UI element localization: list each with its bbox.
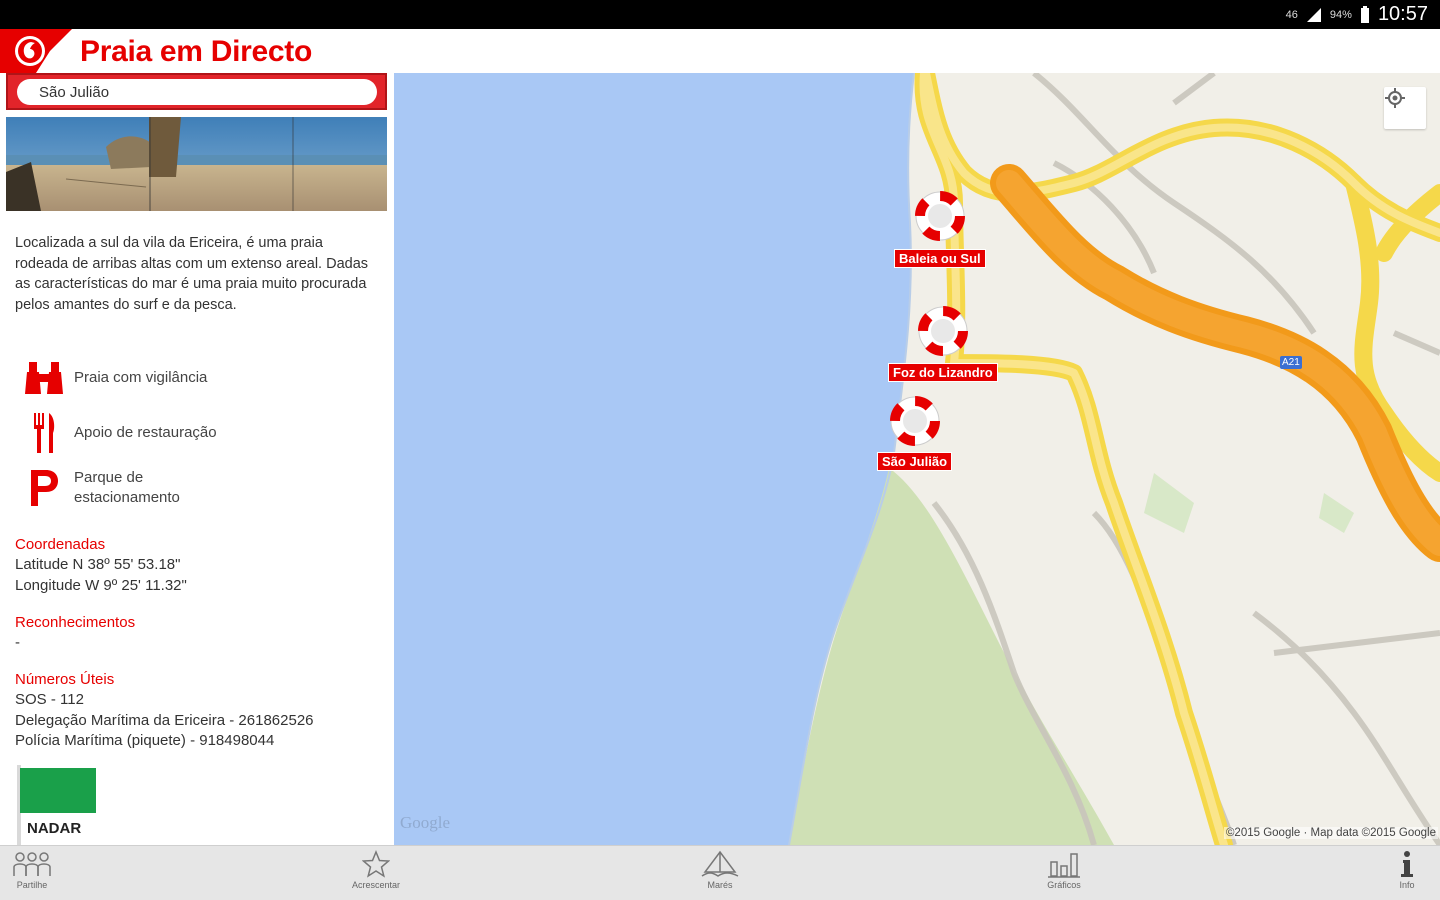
- beach-search-input[interactable]: [17, 79, 377, 105]
- app-bar: Praia em Directo: [0, 29, 1440, 73]
- battery-icon: [1360, 5, 1369, 23]
- app-root: 46 94% 10:57 Praia em Directo São Julião…: [0, 0, 1440, 900]
- road-shield-a21: A21: [1280, 356, 1302, 369]
- clock: 10:57: [1377, 3, 1428, 25]
- coordinates-title: Coordenadas: [15, 536, 106, 553]
- useful-number-maritime-delegation[interactable]: Delegação Marítima da Ericeira - 2618625…: [15, 711, 314, 732]
- recognitions-value: -: [15, 634, 20, 651]
- star-icon: [362, 850, 390, 878]
- info-icon: [1401, 851, 1413, 877]
- useful-number-sos[interactable]: SOS - 112: [15, 690, 84, 711]
- map-view[interactable]: A21 Baleia ou Sul Foz do Lizandro São Ju…: [394, 73, 1440, 845]
- longitude: Longitude W 9º 25' 11.32": [15, 577, 187, 594]
- marker-label-sao-juliao[interactable]: São Julião: [877, 452, 953, 471]
- parking-icon: [22, 466, 66, 510]
- feature-parking: Parque de estacionamento: [22, 466, 224, 510]
- binoculars-icon: [22, 356, 66, 400]
- signal-icon: [1306, 7, 1321, 22]
- nav-label: Gráficos: [1047, 880, 1081, 890]
- fork-knife-icon: [22, 411, 66, 455]
- nav-add[interactable]: Acrescentar: [331, 850, 421, 890]
- beach-photo: [6, 117, 387, 211]
- nav-label: Acrescentar: [351, 880, 401, 890]
- latitude: Latitude N 38º 55' 53.18": [15, 556, 181, 573]
- google-logo: Google: [400, 813, 451, 832]
- feature-label: Apoio de restauração: [74, 424, 217, 441]
- network-type: 46: [1285, 8, 1298, 21]
- lifebuoy-icon[interactable]: [915, 303, 971, 359]
- swim-flag: [20, 768, 96, 813]
- nav-charts[interactable]: Gráficos: [1019, 850, 1109, 890]
- nav-label: Info: [1399, 880, 1415, 890]
- status-bar: 46 94% 10:57: [0, 0, 1440, 29]
- nav-info[interactable]: Info: [1362, 850, 1440, 890]
- marker-label-foz-do-lizandro[interactable]: Foz do Lizandro: [888, 363, 998, 382]
- bottom-navigation: Partilhe Acrescentar Marés Gráficos Info: [0, 845, 1440, 900]
- recognitions-title: Reconhecimentos: [15, 614, 136, 631]
- nav-label: Marés: [707, 880, 733, 890]
- feature-restaurant: Apoio de restauração: [22, 411, 224, 455]
- nav-tides[interactable]: Marés: [675, 850, 765, 890]
- flag-label: NADAR: [27, 820, 82, 837]
- marker-label-baleia[interactable]: Baleia ou Sul: [894, 249, 986, 268]
- crosshair-icon: [1385, 88, 1405, 108]
- app-title: Praia em Directo: [80, 35, 312, 68]
- vodafone-logo-icon[interactable]: [0, 29, 72, 73]
- feature-label: Praia com vigilância: [74, 369, 208, 386]
- people-icon: [13, 852, 51, 876]
- map-attribution[interactable]: ©2015 Google · Map data ©2015 Google: [1223, 827, 1438, 839]
- nav-label: Partilhe: [16, 880, 48, 890]
- feature-lifeguard: Praia com vigilância: [22, 356, 224, 400]
- bar-chart-icon: [1048, 853, 1080, 878]
- useful-numbers-title: Números Úteis: [15, 671, 115, 688]
- tide-icon: [701, 850, 739, 877]
- nav-share[interactable]: Partilhe: [0, 850, 77, 890]
- status-icons: 46 94% 10:57: [1286, 3, 1428, 26]
- feature-label: Parque de estacionamento: [74, 469, 180, 506]
- lifebuoy-icon[interactable]: [887, 393, 943, 449]
- search-bar: [6, 73, 387, 110]
- useful-number-maritime-police[interactable]: Polícia Marítima (piquete) - 918498044: [15, 731, 274, 752]
- lifebuoy-icon[interactable]: [912, 188, 968, 244]
- beach-description: Localizada a sul da vila da Ericeira, é …: [15, 235, 369, 313]
- my-location-button[interactable]: [1384, 87, 1426, 129]
- battery-percent: 94%: [1329, 8, 1352, 21]
- beach-info-panel[interactable]: Localizada a sul da vila da Ericeira, é …: [0, 73, 394, 845]
